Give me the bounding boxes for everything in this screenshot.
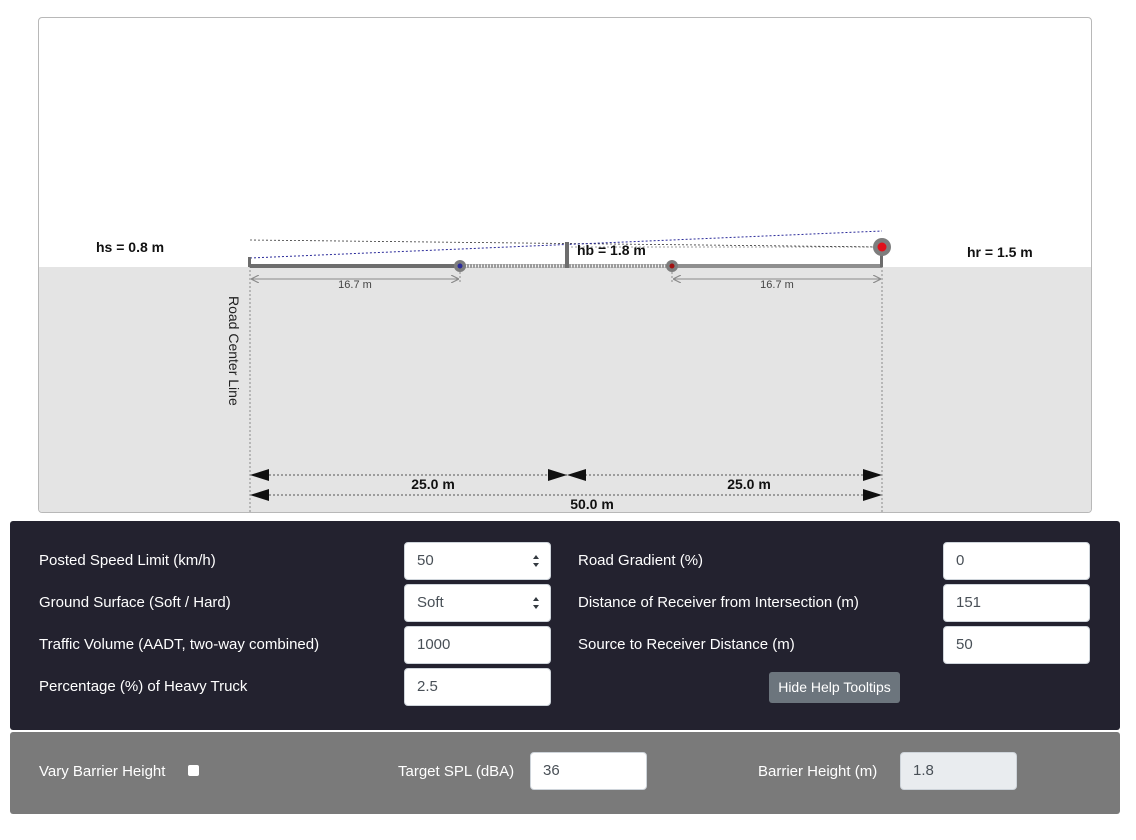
inputs-panel: Posted Speed Limit (km/h) 50 Ground Surf…	[10, 521, 1120, 730]
hr-label: hr = 1.5 m	[967, 244, 1033, 260]
barrier-height-label: Barrier Height (m)	[758, 763, 878, 780]
hb-label: hb = 1.8 m	[577, 242, 646, 258]
gradient-field[interactable]	[943, 542, 1090, 580]
dim-right-half-text: 25.0 m	[727, 476, 771, 492]
traffic-field[interactable]	[404, 626, 551, 664]
gradient-input[interactable]	[956, 543, 1077, 578]
truck-field[interactable]	[404, 668, 551, 706]
target-spl-label: Target SPL (dBA)	[398, 763, 515, 780]
barrier-height-input	[913, 753, 1004, 788]
barrier-panel: Vary Barrier Height Target SPL (dBA) Bar…	[10, 732, 1120, 814]
source-post	[248, 257, 251, 267]
barrier[interactable]	[565, 242, 569, 268]
hide-help-tooltips-button[interactable]: Hide Help Tooltips	[769, 672, 900, 703]
lane-dim-left-text: 16.7 m	[338, 279, 372, 291]
truck-label: Percentage (%) of Heavy Truck	[39, 678, 248, 695]
hs-label: hs = 0.8 m	[96, 239, 164, 255]
intersection-input[interactable]	[956, 585, 1077, 620]
cross-section-svg: hs = 0.8 m hb = 1.8 m hr = 1.5 m 16.7 m …	[39, 230, 1091, 512]
road-right	[672, 264, 882, 268]
vary-barrier-checkbox[interactable]	[188, 765, 199, 776]
traffic-label: Traffic Volume (AADT, two-way combined)	[39, 636, 320, 653]
gradient-label: Road Gradient (%)	[578, 552, 704, 569]
s2r-label: Source to Receiver Distance (m)	[578, 636, 795, 653]
lane-dim-right-text: 16.7 m	[760, 279, 794, 291]
vary-barrier-label: Vary Barrier Height	[39, 763, 166, 780]
barrier-height-field	[900, 752, 1017, 790]
speed-select[interactable]: 50	[404, 542, 551, 580]
dim-left-half-text: 25.0 m	[411, 476, 455, 492]
road-center-line-label: Road Center Line	[226, 296, 242, 406]
receiver-dot	[877, 242, 887, 252]
ground-label: Ground Surface (Soft / Hard)	[39, 594, 231, 611]
s2r-input[interactable]	[956, 627, 1077, 662]
cross-section-diagram: hs = 0.8 m hb = 1.8 m hr = 1.5 m 16.7 m …	[38, 17, 1092, 513]
target-spl-input[interactable]	[543, 753, 634, 788]
traffic-input[interactable]	[417, 627, 538, 662]
speed-select-value: 50	[417, 552, 434, 569]
s2r-field[interactable]	[943, 626, 1090, 664]
select-arrows-icon	[533, 597, 539, 609]
source-marker-left-dot	[457, 263, 463, 269]
ground-select[interactable]: Soft	[404, 584, 551, 622]
road-left	[250, 264, 460, 268]
intersection-field[interactable]	[943, 584, 1090, 622]
source-marker-right-dot	[669, 263, 675, 269]
speed-label: Posted Speed Limit (km/h)	[39, 552, 216, 569]
dim-total-text: 50.0 m	[570, 496, 614, 512]
intersection-label: Distance of Receiver from Intersection (…	[578, 594, 859, 611]
ground-select-value: Soft	[417, 594, 444, 611]
target-spl-field[interactable]	[530, 752, 647, 790]
truck-input[interactable]	[417, 669, 538, 704]
select-arrows-icon	[533, 555, 539, 567]
